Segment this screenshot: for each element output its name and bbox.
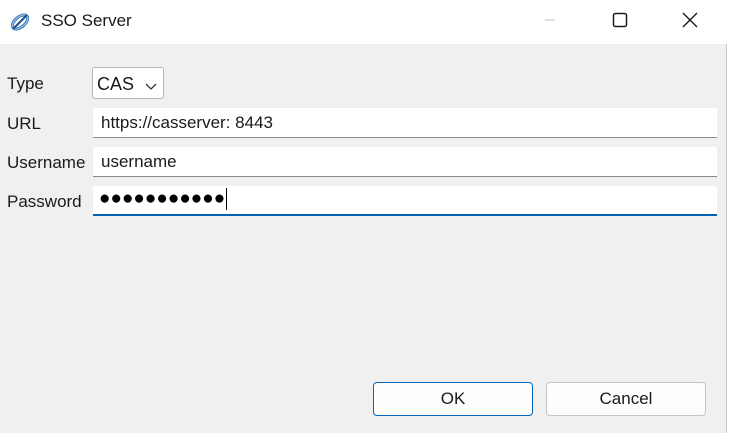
type-select-value: CAS [97, 74, 135, 94]
password-field-value: ●●●●●●●●●●● [99, 188, 226, 210]
type-select[interactable]: CAS [92, 67, 164, 99]
text-caret [226, 188, 228, 210]
chevron-down-icon [145, 78, 157, 96]
maximize-icon [612, 12, 628, 33]
password-label: Password [7, 192, 82, 211]
ok-button[interactable]: OK [373, 382, 533, 416]
title-bar[interactable]: SSO Server [0, 0, 727, 44]
cancel-button[interactable]: Cancel [546, 382, 706, 416]
type-label: Type [7, 74, 44, 93]
username-field[interactable]: username [93, 147, 717, 177]
window-title: SSO Server [41, 11, 132, 30]
username-label: Username [7, 153, 86, 172]
minimize-button[interactable] [515, 0, 585, 44]
app-icon [8, 10, 32, 34]
sso-server-dialog: SSO Server Type CAS URL https://casserve… [0, 0, 727, 433]
password-field-value-wrap: ●●●●●●●●●●● [99, 188, 228, 210]
username-field-value: username [101, 152, 177, 171]
minimize-icon [544, 13, 556, 31]
url-field-value: https://casserver: 8443 [101, 113, 273, 132]
password-field[interactable]: ●●●●●●●●●●● [93, 186, 717, 216]
close-button[interactable] [655, 0, 725, 44]
url-label: URL [7, 114, 42, 133]
maximize-button[interactable] [585, 0, 655, 44]
close-icon [682, 12, 698, 33]
url-field[interactable]: https://casserver: 8443 [93, 108, 717, 138]
